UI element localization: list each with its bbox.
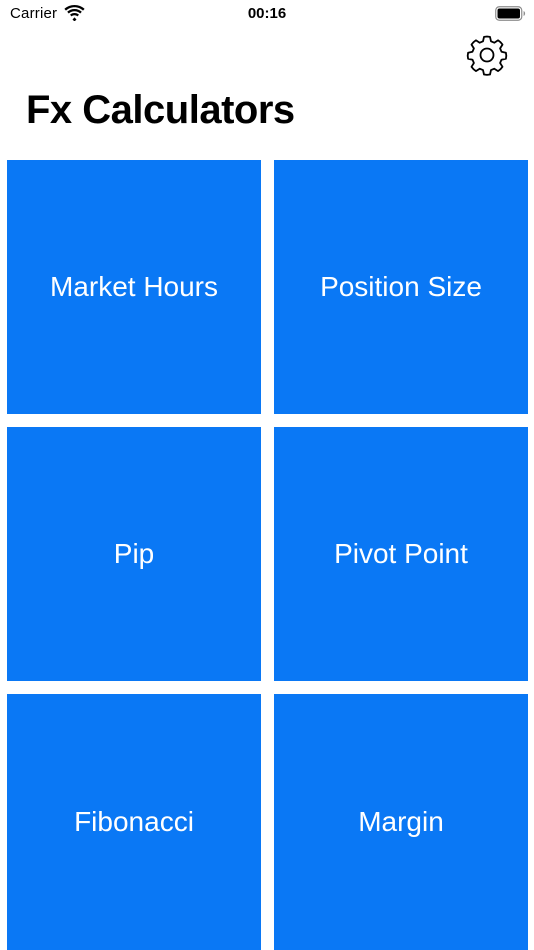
clock-time: 00:16 xyxy=(247,5,287,22)
tile-label: Pivot Point xyxy=(334,538,468,569)
tile-label: Position Size xyxy=(320,271,482,302)
tile-label: Market Hours xyxy=(49,271,219,302)
position-size-tile[interactable]: Position Size xyxy=(274,160,528,414)
gear-icon xyxy=(466,35,508,76)
fibonacci-tile[interactable]: Fibonacci xyxy=(7,694,261,950)
settings-button[interactable] xyxy=(464,32,510,78)
battery-icon xyxy=(495,6,526,21)
market-hours-tile[interactable]: Market Hours xyxy=(7,160,261,414)
pivot-point-tile[interactable]: Pivot Point xyxy=(274,427,528,681)
pip-tile[interactable]: Pip xyxy=(7,427,261,681)
tile-label: Fibonacci xyxy=(74,806,194,837)
tile-label: Margin xyxy=(358,806,444,837)
status-bar: Carrier 00:16 xyxy=(0,0,534,30)
page-title: Fx Calculators xyxy=(26,88,295,132)
margin-tile[interactable]: Margin xyxy=(274,694,528,950)
tile-label: Pip xyxy=(113,538,155,569)
